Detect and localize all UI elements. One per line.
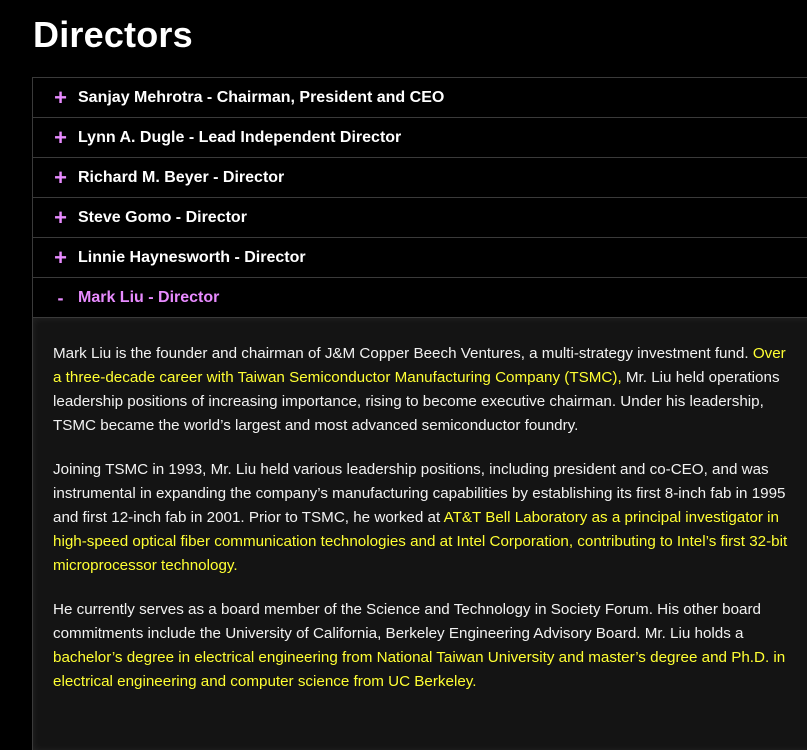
bio-text: Mark Liu is the founder and chairman of … <box>53 345 753 362</box>
plus-icon[interactable]: + <box>33 246 78 269</box>
directors-accordion: + Sanjay Mehrotra - Chairman, President … <box>32 77 807 750</box>
bio-paragraph: Joining TSMC in 1993, Mr. Liu held vario… <box>53 458 793 578</box>
accordion-item-label[interactable]: Sanjay Mehrotra - Chairman, President an… <box>78 89 444 107</box>
accordion-item-label[interactable]: Linnie Haynesworth - Director <box>78 249 306 267</box>
accordion-item-lynn-dugle[interactable]: + Lynn A. Dugle - Lead Independent Direc… <box>32 117 807 157</box>
accordion-item-sanjay-mehrotra[interactable]: + Sanjay Mehrotra - Chairman, President … <box>32 77 807 117</box>
bio-paragraph: Mark Liu is the founder and chairman of … <box>53 342 793 438</box>
accordion-item-label[interactable]: Mark Liu - Director <box>78 289 219 307</box>
minus-icon[interactable]: - <box>33 289 78 307</box>
bio-highlight: bachelor’s degree in electrical engineer… <box>53 649 786 690</box>
accordion-panel-mark-liu: Mark Liu is the founder and chairman of … <box>32 317 807 750</box>
accordion-item-linnie-haynesworth[interactable]: + Linnie Haynesworth - Director <box>32 237 807 277</box>
bio-paragraph: He currently serves as a board member of… <box>53 598 793 694</box>
bio-text: He currently serves as a board member of… <box>53 601 761 642</box>
accordion-item-label[interactable]: Lynn A. Dugle - Lead Independent Directo… <box>78 129 401 147</box>
page-title: Directors <box>33 14 193 55</box>
accordion-item-label[interactable]: Steve Gomo - Director <box>78 209 247 227</box>
plus-icon[interactable]: + <box>33 166 78 189</box>
plus-icon[interactable]: + <box>33 206 78 229</box>
accordion-item-label[interactable]: Richard M. Beyer - Director <box>78 169 284 187</box>
accordion-item-steve-gomo[interactable]: + Steve Gomo - Director <box>32 197 807 237</box>
accordion-item-richard-beyer[interactable]: + Richard M. Beyer - Director <box>32 157 807 197</box>
plus-icon[interactable]: + <box>33 126 78 149</box>
directors-page: Directors + Sanjay Mehrotra - Chairman, … <box>0 0 807 750</box>
accordion-item-mark-liu[interactable]: - Mark Liu - Director <box>32 277 807 317</box>
plus-icon[interactable]: + <box>33 86 78 109</box>
